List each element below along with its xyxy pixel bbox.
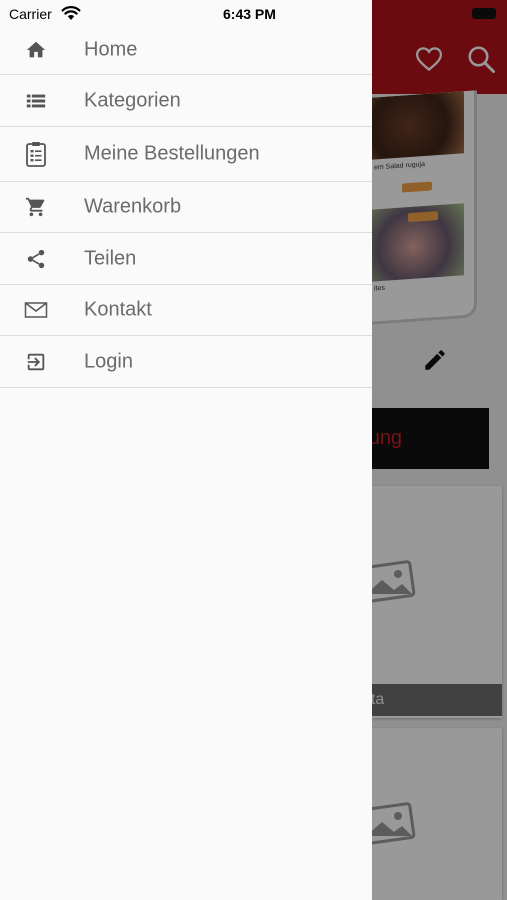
clipboard-icon bbox=[24, 142, 48, 167]
menu-item-label: Home bbox=[84, 38, 138, 61]
cart-icon bbox=[24, 195, 48, 219]
menu-item-label: Teilen bbox=[84, 247, 137, 269]
wifi-icon bbox=[61, 6, 81, 20]
menu-item-label: Kontakt bbox=[84, 298, 152, 321]
list-icon bbox=[24, 89, 48, 113]
menu-item-meine-bestellungen[interactable]: Meine Bestellungen bbox=[0, 127, 372, 182]
mail-icon bbox=[24, 298, 48, 322]
menu-item-kategorien[interactable]: Kategorien bbox=[0, 75, 372, 127]
menu-item-label: Login bbox=[84, 350, 133, 372]
status-bar: Carrier 6:43 PM bbox=[0, 0, 372, 28]
share-icon bbox=[24, 247, 48, 271]
navigation-drawer: Carrier 6:43 PM Home Kategorien Meine Be… bbox=[0, 0, 372, 900]
menu-item-teilen[interactable]: Teilen bbox=[0, 233, 372, 285]
clock: 6:43 PM bbox=[223, 6, 276, 22]
menu-item-login[interactable]: Login bbox=[0, 336, 372, 388]
menu-item-home[interactable]: Home bbox=[0, 26, 372, 75]
menu-item-label: Warenkorb bbox=[84, 195, 182, 218]
menu-item-kontakt[interactable]: Kontakt bbox=[0, 285, 372, 336]
menu-item-label: Meine Bestellungen bbox=[84, 142, 260, 165]
drawer-menu: Home Kategorien Meine Bestellungen Waren… bbox=[0, 26, 372, 388]
home-icon bbox=[24, 38, 48, 62]
menu-item-label: Kategorien bbox=[84, 89, 181, 111]
login-icon bbox=[24, 350, 48, 374]
carrier-label: Carrier bbox=[9, 6, 52, 22]
menu-item-warenkorb[interactable]: Warenkorb bbox=[0, 182, 372, 233]
